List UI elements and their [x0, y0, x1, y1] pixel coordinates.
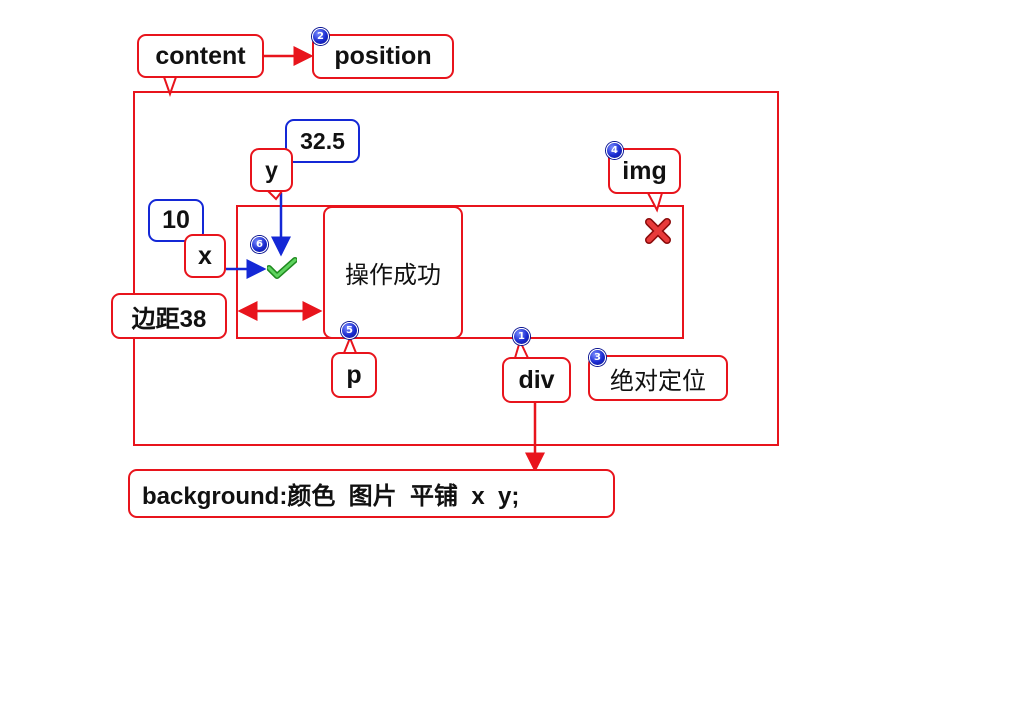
badge-1: 1 [513, 328, 530, 345]
background-label: background:颜色 图片 平铺 x y; [128, 469, 615, 518]
y-value-label: 32.5 [285, 119, 360, 163]
badge-2: 2 [312, 28, 329, 45]
x-label: x [184, 234, 226, 278]
badge-3: 3 [589, 349, 606, 366]
y-label: y [250, 148, 293, 192]
content-label: content [137, 34, 264, 78]
paragraph-text: 操作成功 [345, 262, 441, 289]
badge-4: 4 [606, 142, 623, 159]
position-label: position [312, 34, 454, 79]
p-label: p [331, 352, 377, 398]
close-icon [645, 218, 671, 244]
absolute-positioning-label: 绝对定位 [588, 355, 728, 401]
badge-5: 5 [341, 322, 358, 339]
margin-label: 边距38 [111, 293, 227, 339]
paragraph-box: 操作成功 [323, 206, 463, 339]
badge-6: 6 [251, 236, 268, 253]
div-label: div [502, 357, 571, 403]
check-icon [267, 257, 297, 279]
